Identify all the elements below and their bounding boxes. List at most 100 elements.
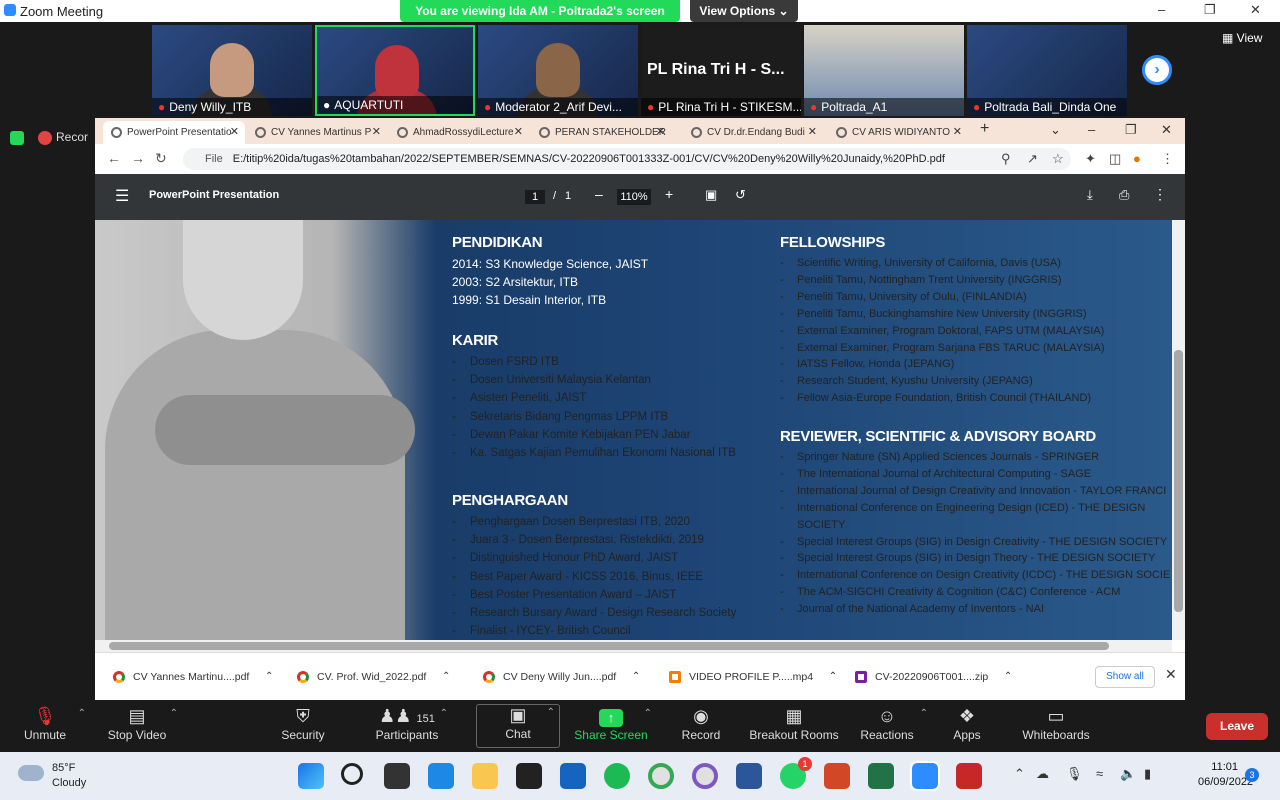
print-icon[interactable]: ⎙ — [1119, 187, 1129, 203]
tab-cv-aris[interactable]: CV ARIS WIDIYANTO ✕ — [828, 121, 968, 144]
task-view-icon[interactable] — [384, 763, 410, 789]
share-screen-button[interactable]: ↑ Share Screen ⌃ — [566, 706, 656, 742]
search-icon[interactable] — [341, 763, 363, 785]
participant-tile[interactable]: ● Deny Willy_ITB — [152, 25, 312, 116]
chevron-up-icon[interactable]: ⌃ — [442, 665, 450, 689]
excel-icon[interactable] — [868, 763, 894, 789]
url-input[interactable]: File E:/titip%20ida/tugas%20tambahan/2022… — [183, 148, 1071, 170]
tab-powerpoint[interactable]: PowerPoint Presentatio ✕ — [103, 121, 245, 144]
reactions-button[interactable]: ☺ Reactions ⌃ — [842, 706, 932, 742]
chevron-up-icon[interactable]: ⌃ — [1004, 665, 1012, 689]
tab-cv-yannes[interactable]: CV Yannes Martinus P ✕ — [247, 121, 387, 144]
forward-icon[interactable]: → — [131, 150, 145, 166]
close-icon[interactable]: ✕ — [1250, 2, 1261, 18]
chevron-up-icon[interactable]: ⌃ — [632, 665, 640, 689]
page-number-input[interactable]: 1 — [525, 190, 545, 204]
back-icon[interactable]: ← — [107, 150, 121, 166]
menu-kebab-icon[interactable]: ⋮ — [1161, 151, 1174, 167]
maximize-icon[interactable]: ❐ — [1125, 122, 1137, 138]
unmute-button[interactable]: 🎙 Unmute ⌃ — [0, 706, 90, 742]
download-icon[interactable]: ⤓ — [1087, 187, 1093, 203]
minimize-icon[interactable]: – — [1158, 2, 1165, 17]
view-button[interactable]: ▦ View — [1222, 31, 1262, 45]
chevron-up-icon[interactable]: ⌃ — [829, 665, 837, 689]
whiteboards-button[interactable]: ▭ Whiteboards — [1006, 706, 1106, 742]
scrollbar-thumb[interactable] — [1174, 350, 1183, 612]
chevron-up-icon[interactable]: ⌃ — [1014, 766, 1025, 782]
file-explorer-icon[interactable] — [472, 763, 498, 789]
tab-peran[interactable]: PERAN STAKEHOLDER ✕ — [531, 121, 671, 144]
share-icon[interactable]: ↗ — [1027, 151, 1038, 167]
vertical-scrollbar[interactable] — [1172, 220, 1185, 640]
spotify-icon[interactable] — [604, 763, 630, 789]
maximize-icon[interactable]: ❐ — [1204, 2, 1216, 18]
participant-tile[interactable]: ● AQUARTUTI — [315, 25, 475, 116]
stop-video-button[interactable]: ▤ Stop Video ⌃ — [92, 706, 182, 742]
participant-tile[interactable]: ● Poltrada Bali_Dinda One — [967, 25, 1127, 116]
start-icon[interactable] — [298, 763, 324, 789]
close-tab-icon[interactable]: ✕ — [808, 121, 817, 144]
close-downloads-icon[interactable]: ✕ — [1165, 666, 1177, 683]
participant-tile[interactable]: PL Rina Tri H - S... ● PL Rina Tri H - ST… — [641, 25, 801, 116]
more-actions-icon[interactable]: ⋮ — [1153, 186, 1167, 203]
breakout-rooms-button[interactable]: ▦ Breakout Rooms — [744, 706, 844, 742]
word-icon[interactable] — [736, 763, 762, 789]
reload-icon[interactable]: ↻ — [155, 150, 167, 167]
close-tab-icon[interactable]: ✕ — [656, 121, 665, 144]
zoom-level[interactable]: 110% — [617, 189, 651, 205]
zoom-in-icon[interactable]: + — [665, 186, 673, 202]
close-tab-icon[interactable]: ✕ — [514, 121, 523, 144]
battery-icon[interactable]: ▮ — [1144, 766, 1151, 782]
profile-avatar-icon[interactable]: ● — [1133, 151, 1141, 166]
show-all-button[interactable]: Show all — [1095, 666, 1155, 688]
zoom-icon[interactable]: ⚲ — [1001, 151, 1011, 167]
record-button[interactable]: ◉ Record — [656, 706, 746, 742]
scrollbar-thumb[interactable] — [109, 642, 1109, 650]
chevron-up-icon[interactable]: ⌃ — [170, 708, 178, 719]
notification-count-badge[interactable]: 3 — [1245, 768, 1259, 782]
tab-ahmad[interactable]: AhmadRossydiLecture ✕ — [389, 121, 529, 144]
chevron-up-icon[interactable]: ⌃ — [265, 665, 273, 689]
zoom-taskbar-icon[interactable] — [910, 761, 940, 791]
apps-button[interactable]: ❖ Apps — [922, 706, 1012, 742]
chrome-icon[interactable] — [648, 763, 674, 789]
extensions-icon[interactable]: ✦ — [1085, 151, 1096, 167]
participant-tile[interactable]: ● Poltrada_A1 — [804, 25, 964, 116]
powerpoint-icon[interactable] — [824, 763, 850, 789]
todo-icon[interactable] — [428, 763, 454, 789]
whatsapp-icon[interactable]: 1 — [780, 757, 812, 789]
chevron-up-icon[interactable]: ⌃ — [644, 708, 652, 719]
download-item[interactable]: VIDEO PROFILE P.....mp4 ⌃ — [665, 665, 837, 689]
sidebar-icon[interactable]: ◫ — [1109, 151, 1121, 167]
zoom-out-icon[interactable]: – — [595, 186, 603, 202]
close-tab-icon[interactable]: ✕ — [953, 121, 962, 144]
leave-button[interactable]: Leave — [1206, 713, 1268, 740]
chevron-up-icon[interactable]: ⌃ — [440, 708, 448, 719]
rotate-icon[interactable]: ↺ — [735, 187, 746, 203]
download-item[interactable]: CV Yannes Martinu....pdf ⌃ — [109, 665, 273, 689]
chevron-up-icon[interactable]: ⌃ — [547, 707, 555, 718]
clock[interactable]: 11:01 06/09/2022 — [1198, 760, 1253, 790]
download-item[interactable]: CV-20220906T001....zip ⌃ — [851, 665, 1012, 689]
download-item[interactable]: CV. Prof. Wid_2022.pdf ⌃ — [293, 665, 450, 689]
onedrive-icon[interactable]: ☁ — [1036, 766, 1049, 782]
app-icon[interactable] — [560, 763, 586, 789]
chat-button[interactable]: ▣ Chat ⌃ — [476, 704, 560, 748]
hamburger-menu-icon[interactable]: ☰ — [115, 186, 129, 206]
minimize-icon[interactable]: – — [1088, 122, 1095, 137]
close-icon[interactable]: ✕ — [1161, 122, 1172, 138]
close-tab-icon[interactable]: ✕ — [230, 121, 239, 144]
wifi-icon[interactable]: ≈ — [1096, 766, 1103, 781]
tab-search-icon[interactable]: ⌄ — [1050, 122, 1061, 138]
microphone-icon[interactable]: 🎙 — [1066, 766, 1083, 782]
app-icon[interactable] — [956, 763, 982, 789]
chrome-profile-icon[interactable] — [692, 763, 718, 789]
download-item[interactable]: CV Deny Willy Jun....pdf ⌃ — [479, 665, 640, 689]
security-button[interactable]: ⛨ Security — [258, 706, 348, 742]
participants-button[interactable]: ♟♟ 151 Participants ⌃ — [362, 706, 452, 742]
tab-cv-endang[interactable]: CV Dr.dr.Endang Budi ✕ — [683, 121, 823, 144]
bookmark-star-icon[interactable]: ☆ — [1052, 151, 1064, 167]
view-options-button[interactable]: View Options ⌄ — [690, 0, 798, 22]
new-tab-icon[interactable]: + — [980, 120, 989, 138]
horizontal-scrollbar[interactable] — [95, 640, 1172, 652]
